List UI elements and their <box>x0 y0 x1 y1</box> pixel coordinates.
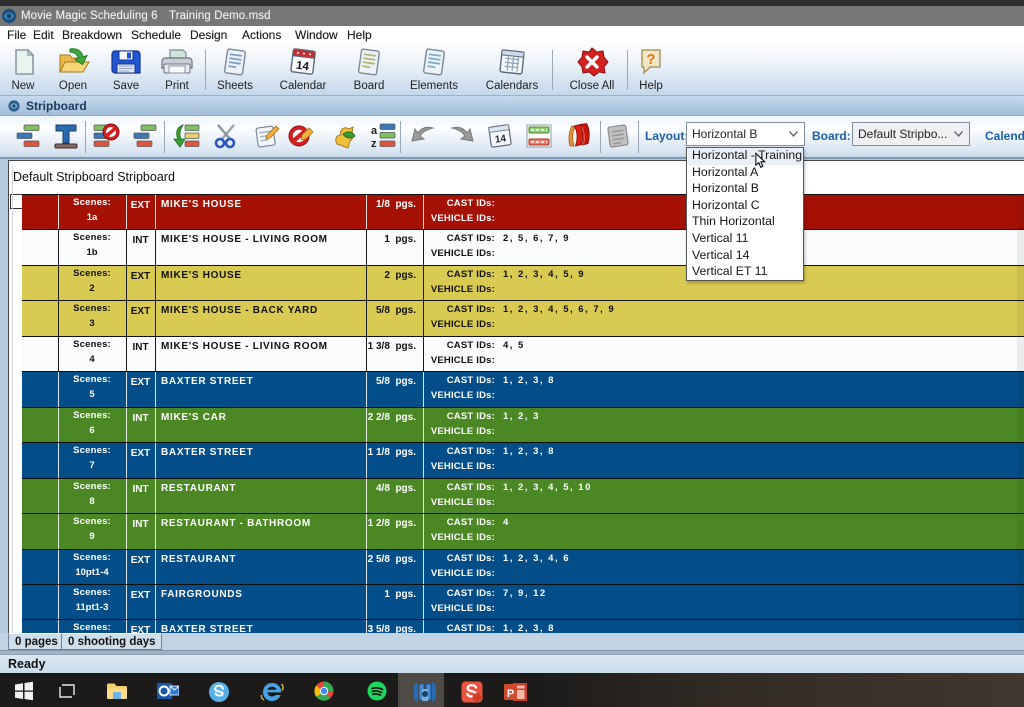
svg-text:z: z <box>371 138 377 150</box>
svg-text:P: P <box>507 688 514 700</box>
svg-text:14: 14 <box>295 60 310 74</box>
svg-text:a: a <box>371 125 378 137</box>
svg-text:?: ? <box>646 51 655 68</box>
svg-text:14: 14 <box>494 133 507 146</box>
